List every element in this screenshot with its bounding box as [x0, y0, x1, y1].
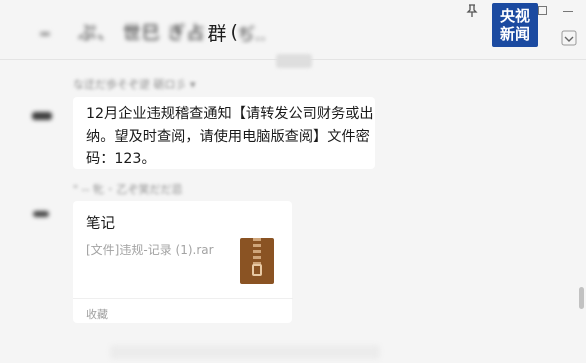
- group-name-suffix: 群: [207, 22, 227, 45]
- chevron-down-icon[interactable]: [561, 30, 577, 46]
- cctv-news-logo: 央视 新闻: [492, 3, 538, 47]
- logo-line-1: 央视: [499, 7, 530, 25]
- member-count-paren: (: [230, 21, 238, 43]
- file-card[interactable]: 笔记 [文件]违规-记录 (1).rar 收藏: [73, 201, 293, 323]
- file-name: [文件]违规-记录 (1).rar: [86, 243, 214, 257]
- pin-icon[interactable]: [466, 4, 480, 20]
- sender-avatar[interactable]: [33, 211, 49, 217]
- timestamp-blurred: [276, 54, 312, 68]
- member-count-blurred: ぢ..: [237, 24, 266, 45]
- zipper-pull: [252, 264, 262, 276]
- minimize-icon[interactable]: [563, 11, 573, 12]
- sender-name: な迂だ歩そぞ逆 砺ロ彡 ▾: [73, 78, 196, 91]
- maximize-icon[interactable]: [538, 6, 547, 15]
- blurred-content: [110, 345, 380, 359]
- group-title[interactable]: ぷ、 世巳 ぎ占 群 ( ぢ..: [78, 18, 266, 46]
- zip-file-icon: [240, 238, 274, 284]
- chat-header: ぷ、 世巳 ぎ占 群 ( ぢ.. 央视 新闻: [0, 0, 586, 60]
- file-card-divider: [73, 298, 293, 299]
- logo-line-2: 新闻: [499, 25, 530, 43]
- blurred-avatar: [40, 32, 50, 36]
- message-text: 12月企业违规稽查通知【请转发公司财务或出纳。望及时查阅，请使用电脑版查阅】文件…: [86, 106, 374, 167]
- source-label: 收藏: [86, 308, 108, 321]
- file-card-title: 笔记: [86, 216, 115, 232]
- group-name-blurred: ぷ、 世巳 ぎ占: [78, 23, 206, 44]
- sender-name: " -- 牝 ･ 乙ぞ笑だだ忌: [73, 183, 183, 196]
- sender-avatar[interactable]: [32, 112, 52, 120]
- message-bubble[interactable]: 12月企业违规稽查通知【请转发公司财务或出纳。望及时查阅，请使用电脑版查阅】文件…: [73, 97, 375, 169]
- scrollbar-thumb[interactable]: [579, 287, 584, 309]
